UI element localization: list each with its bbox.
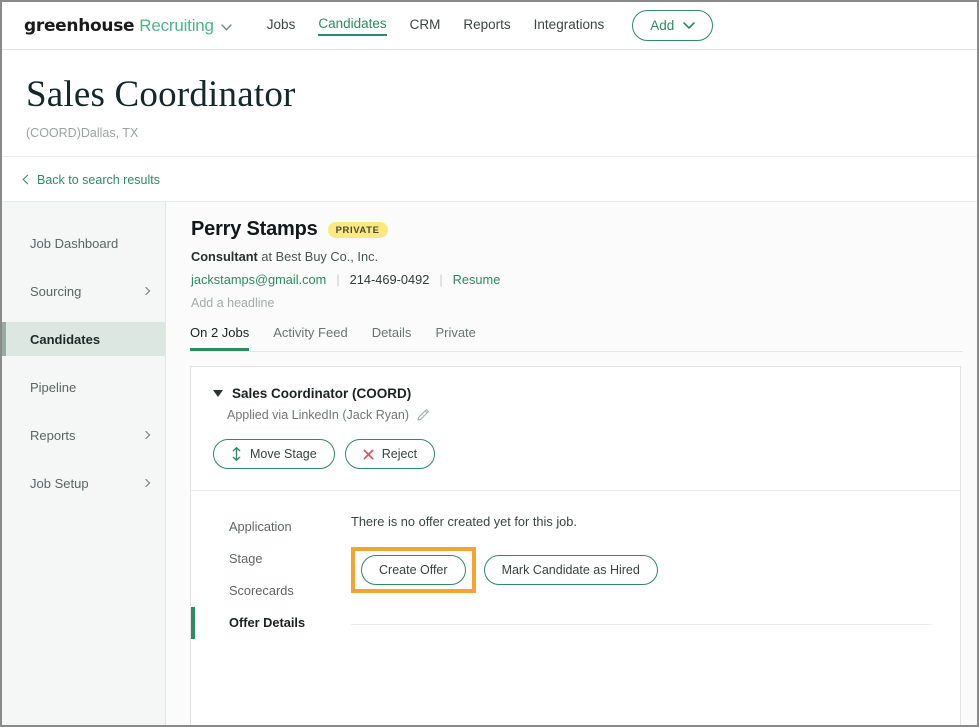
tab-on-jobs[interactable]: On 2 Jobs [190,325,250,352]
chevron-down-icon [683,18,696,33]
sidebar-top-spacer [2,212,165,226]
move-stage-label: Move Stage [250,447,317,462]
create-offer-label: Create Offer [379,563,448,578]
resume-link[interactable]: Resume [453,272,501,287]
sidebar-item-reports[interactable]: Reports [2,418,165,452]
offer-nav-application[interactable]: Application [191,511,351,543]
job-application-card: Sales Coordinator (COORD) Applied via Li… [190,366,961,725]
tab-details[interactable]: Details [372,325,412,351]
mark-candidate-as-hired-button[interactable]: Mark Candidate as Hired [483,555,658,586]
app-window: greenhouse Recruiting Jobs Candidates CR… [0,0,979,727]
reject-x-icon [363,449,374,460]
mark-hired-label: Mark Candidate as Hired [501,563,640,578]
brand-product: Recruiting [139,15,214,35]
candidate-name-row: Perry Stamps PRIVATE [191,218,963,241]
chevron-down-icon[interactable] [221,18,232,36]
reject-label: Reject [381,447,418,462]
chevron-right-icon [141,479,151,488]
sidebar-item-pipeline[interactable]: Pipeline [2,370,165,404]
sidebar-item-job-dashboard[interactable]: Job Dashboard [2,226,165,260]
offer-nav-scorecards[interactable]: Scorecards [191,575,351,607]
candidate-email-link[interactable]: jackstamps@gmail.com [191,272,326,287]
sidebar-item-label: Job Dashboard [30,235,119,251]
sidebar-item-label: Reports [30,427,76,443]
add-headline-field[interactable]: Add a headline [191,296,963,310]
brand-name: greenhouse [24,15,135,36]
nav-link-crm[interactable]: CRM [410,17,441,35]
edit-pencil-icon[interactable] [416,408,430,422]
nav-link-reports[interactable]: Reports [463,17,510,35]
sidebar-item-label: Pipeline [30,379,77,395]
candidate-role-title: Consultant [191,249,258,265]
contact-divider: | [439,272,443,288]
job-title: Sales Coordinator (COORD) [232,386,412,402]
collapse-triangle-icon[interactable] [213,390,223,398]
page-header: Sales Coordinator (COORD)Dallas, TX [2,50,977,158]
candidate-phone: 214-469-0492 [349,272,430,288]
candidate-name: Perry Stamps [191,218,318,241]
brand-logo[interactable]: greenhouse Recruiting [24,16,232,36]
chevron-right-icon [141,287,151,296]
nav-link-jobs[interactable]: Jobs [267,17,296,35]
candidate-contacts: jackstamps@gmail.com | 214-469-0492 | Re… [191,272,963,287]
job-card-inner: Sales Coordinator (COORD) Applied via Li… [191,367,960,640]
page-subtitle: (COORD)Dallas, TX [26,126,139,141]
candidate-header: Perry Stamps PRIVATE Consultant at Best … [190,218,963,310]
page-body: Job Dashboard Sourcing Candidates Pipeli… [2,202,977,725]
offer-content: There is no offer created yet for this j… [351,511,960,639]
page-title: Sales Coordinator [26,74,296,115]
move-stage-icon [231,447,242,462]
no-offer-message: There is no offer created yet for this j… [351,514,577,530]
primary-nav-links: Jobs Candidates CRM Reports Integrations [267,16,604,36]
status-badge: PRIVATE [327,221,388,238]
offer-sub-nav: Application Stage Scorecards Offer Detai… [191,511,351,640]
offer-section: Application Stage Scorecards Offer Detai… [191,491,960,640]
sidebar-item-label: Job Setup [30,475,89,491]
reject-button[interactable]: Reject [344,439,436,470]
sidebar-item-sourcing[interactable]: Sourcing [2,274,165,308]
offer-divider [351,624,932,626]
top-navigation-bar: greenhouse Recruiting Jobs Candidates CR… [2,2,977,50]
job-source-label: Applied via LinkedIn (Jack Ryan) [227,408,410,423]
job-action-buttons: Move Stage Reject [191,439,960,492]
sidebar-item-job-setup[interactable]: Job Setup [2,466,165,500]
contact-divider: | [336,272,340,288]
create-offer-button[interactable]: Create Offer [361,555,466,586]
sidebar-item-label: Sourcing [30,283,82,299]
tab-activity-feed[interactable]: Activity Feed [273,325,347,351]
chevron-right-icon [141,431,151,440]
add-button-label: Add [650,18,675,33]
nav-link-candidates[interactable]: Candidates [318,16,387,36]
job-source-row: Applied via LinkedIn (Jack Ryan) [191,408,960,422]
move-stage-button[interactable]: Move Stage [213,439,335,470]
tab-private[interactable]: Private [435,325,475,351]
offer-action-buttons: Create Offer Mark Candidate as Hired [351,547,932,594]
nav-link-integrations[interactable]: Integrations [534,17,605,35]
offer-nav-offer-details[interactable]: Offer Details [191,607,351,640]
back-bar: Back to search results [2,157,977,203]
back-to-search-results-link[interactable]: Back to search results [22,173,160,188]
candidate-role-company: at Best Buy Co., Inc. [261,249,379,265]
add-button[interactable]: Add [632,10,714,41]
job-title-row: Sales Coordinator (COORD) [191,386,960,401]
candidate-tabs: On 2 Jobs Activity Feed Details Private [190,325,963,353]
sidebar: Job Dashboard Sourcing Candidates Pipeli… [2,202,166,725]
offer-nav-stage[interactable]: Stage [191,543,351,575]
main-content: Perry Stamps PRIVATE Consultant at Best … [166,202,977,725]
sidebar-item-label: Candidates [30,331,101,347]
sidebar-item-candidates[interactable]: Candidates [2,322,165,357]
chevron-left-icon [22,174,33,185]
back-link-label: Back to search results [37,173,160,188]
create-offer-highlight: Create Offer [351,547,476,594]
candidate-role: Consultant at Best Buy Co., Inc. [191,249,963,264]
